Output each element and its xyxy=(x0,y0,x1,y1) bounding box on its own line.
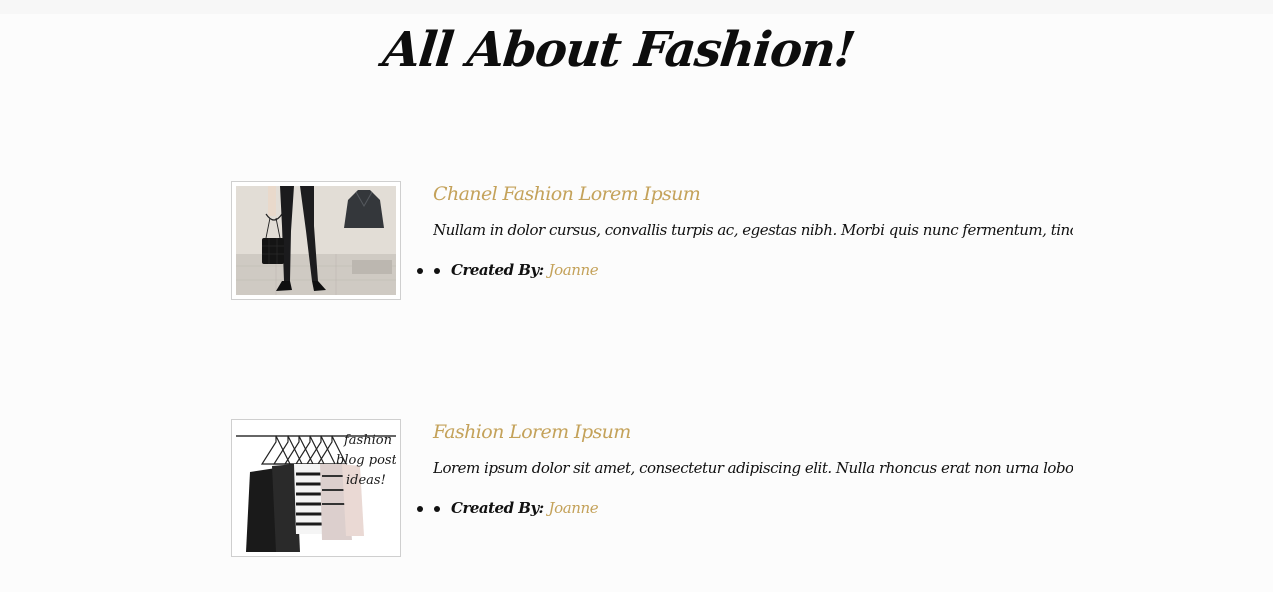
page: All About Fashion! Chanel Fashion Lorem … xyxy=(0,0,1273,592)
site-title: All About Fashion! xyxy=(380,22,857,78)
created-by-label: Created By: xyxy=(451,261,544,279)
header-band xyxy=(0,0,1273,14)
post-thumbnail[interactable]: fashion blog post ideas! xyxy=(231,419,401,557)
caption-line-1: fashion xyxy=(343,433,392,448)
author-link[interactable]: Joanne xyxy=(549,261,599,279)
post-excerpt: Lorem ipsum dolor sit amet, consectetur … xyxy=(433,459,1073,477)
post-title-link[interactable]: Fashion Lorem Ipsum xyxy=(433,421,631,443)
post-title-link[interactable]: Chanel Fashion Lorem Ipsum xyxy=(433,183,701,205)
legs-handbag-photo xyxy=(236,186,396,295)
bullet-icon xyxy=(434,268,440,274)
created-by-item: Created By: Joanne xyxy=(417,261,599,279)
caption-line-3: ideas! xyxy=(346,473,386,488)
post-meta: Created By: Joanne xyxy=(417,499,599,517)
clothes-rack-photo: fashion blog post ideas! xyxy=(236,424,396,552)
created-by-item: Created By: Joanne xyxy=(417,499,599,517)
bullet-icon xyxy=(434,506,440,512)
created-by-label: Created By: xyxy=(451,499,544,517)
caption-line-2: blog post xyxy=(336,453,396,468)
post-excerpt: Nullam in dolor cursus, convallis turpis… xyxy=(433,221,1073,239)
post-meta: Created By: Joanne xyxy=(417,261,599,279)
author-link[interactable]: Joanne xyxy=(549,499,599,517)
bullet-icon xyxy=(417,268,423,274)
post-thumbnail[interactable] xyxy=(231,181,401,300)
bullet-icon xyxy=(417,506,423,512)
